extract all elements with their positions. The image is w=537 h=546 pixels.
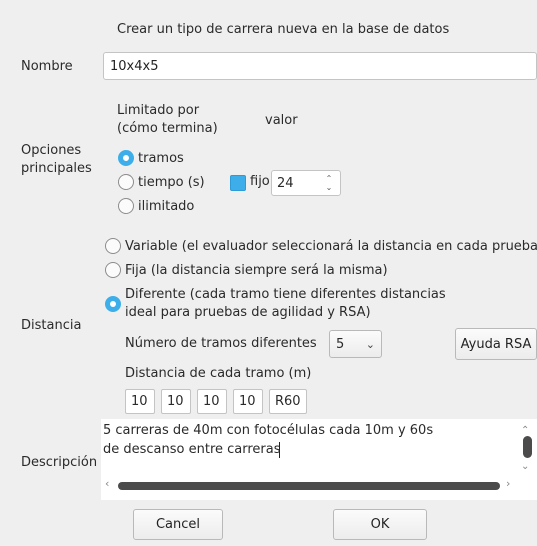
ok-button[interactable]: OK xyxy=(333,509,427,540)
scroll-up-icon[interactable]: ⌃ xyxy=(521,425,529,436)
spin-arrows-icon[interactable]: ⌃ ⌄ xyxy=(322,174,336,192)
tramo-cell-1[interactable]: 10 xyxy=(125,389,155,414)
cancel-button[interactable]: Cancel xyxy=(133,509,223,540)
tramo-cell-5[interactable]: R60 xyxy=(269,389,307,414)
radio-ilimitado[interactable]: ilimitado xyxy=(118,198,194,214)
fijo-checkbox[interactable] xyxy=(230,175,246,191)
radio-ilimitado-indicator xyxy=(118,198,134,214)
radio-diferente-indicator xyxy=(105,296,121,312)
descripcion-textarea[interactable]: 5 carreras de 40m con fotocélulas cada 1… xyxy=(101,419,537,500)
limitado-label-line2: (cómo termina) xyxy=(117,121,218,136)
radio-tiempo[interactable]: tiempo (s) xyxy=(118,174,205,190)
radio-fija[interactable]: Fija (la distancia siempre será la misma… xyxy=(105,262,388,278)
radio-tiempo-label: tiempo (s) xyxy=(138,174,205,190)
opciones-label-line1: Opciones xyxy=(21,143,82,158)
descripcion-line1: 5 carreras de 40m con fotocélulas cada 1… xyxy=(103,423,434,438)
distancia-label: Distancia xyxy=(21,318,82,333)
radio-diferente[interactable] xyxy=(105,296,125,312)
num-tramos-combobox[interactable]: 5 ⌄ xyxy=(329,330,382,358)
radio-variable-indicator xyxy=(105,238,121,254)
valor-label: valor xyxy=(265,113,298,128)
tramo-cell-4[interactable]: 10 xyxy=(233,389,263,414)
nombre-input[interactable]: 10x4x5 xyxy=(103,52,537,80)
radio-ilimitado-label: ilimitado xyxy=(138,198,195,214)
fijo-label: fijo xyxy=(250,174,270,189)
tramo-cell-3[interactable]: 10 xyxy=(197,389,227,414)
descripcion-label: Descripción xyxy=(21,455,98,470)
page-title: Crear un tipo de carrera nueva en la bas… xyxy=(117,22,450,37)
radio-tramos-label: tramos xyxy=(138,150,184,166)
scroll-left-icon[interactable]: ‹ xyxy=(105,477,109,490)
scroll-right-icon[interactable]: › xyxy=(506,477,510,490)
limitado-label-line1: Limitado por xyxy=(117,103,200,118)
horizontal-scrollbar-thumb[interactable] xyxy=(118,482,500,490)
radio-variable[interactable]: Variable (el evaluador seleccionará la d… xyxy=(105,238,537,254)
ayuda-rsa-button[interactable]: Ayuda RSA xyxy=(455,328,537,360)
radio-tramos[interactable]: tramos xyxy=(118,150,184,166)
opciones-label-line2: principales xyxy=(21,161,92,176)
nombre-input-value: 10x4x5 xyxy=(110,58,159,74)
nombre-label: Nombre xyxy=(21,59,73,74)
scroll-down-icon[interactable]: ⌄ xyxy=(521,461,529,472)
fijo-spinbox-value: 24 xyxy=(277,175,294,191)
vertical-scrollbar-thumb[interactable] xyxy=(523,436,532,458)
radio-tramos-indicator xyxy=(118,150,134,166)
radio-diferente-label-line2: ideal para pruebas de agilidad y RSA) xyxy=(125,305,371,320)
descripcion-line2: de descanso entre carreras xyxy=(103,442,281,457)
radio-diferente-label-line1: Diferente (cada tramo tiene diferentes d… xyxy=(125,287,446,302)
radio-variable-label: Variable (el evaluador seleccionará la d… xyxy=(125,238,537,254)
tramo-cell-2[interactable]: 10 xyxy=(161,389,191,414)
distancia-tramo-label: Distancia de cada tramo (m) xyxy=(125,366,312,381)
chevron-down-icon: ⌄ xyxy=(365,337,375,351)
num-tramos-value: 5 xyxy=(336,336,345,352)
radio-tiempo-indicator xyxy=(118,174,134,190)
text-cursor xyxy=(279,442,280,458)
radio-fija-indicator xyxy=(105,262,121,278)
num-tramos-label: Número de tramos diferentes xyxy=(125,336,317,351)
radio-fija-label: Fija (la distancia siempre será la misma… xyxy=(125,262,388,278)
fijo-spinbox[interactable]: 24 ⌃ ⌄ xyxy=(271,170,341,196)
